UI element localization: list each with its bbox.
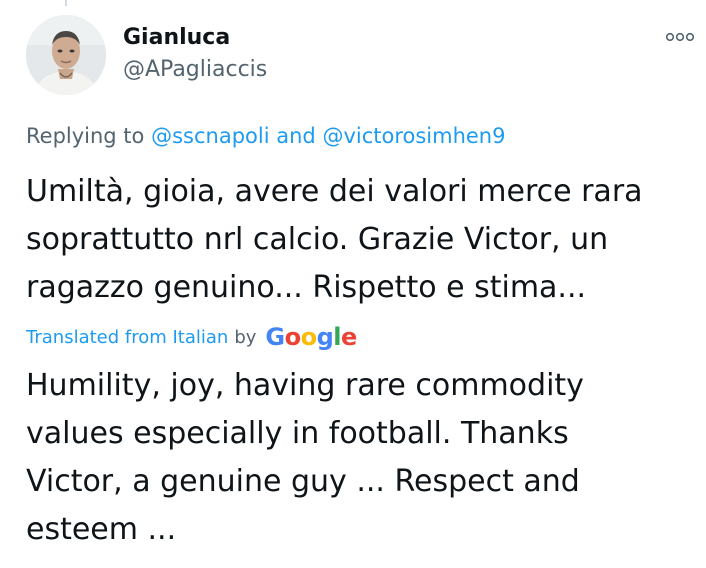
thread-connector-line: [65, 0, 67, 6]
google-logo-letter: e: [341, 323, 357, 351]
translated-by-label: by: [234, 326, 257, 348]
translated-text-line: values especially in football. Thanks: [26, 416, 569, 451]
mention-link[interactable]: @victorosimhen9: [322, 124, 505, 148]
translation-attribution: Translated from Italian by Google: [26, 321, 357, 353]
user-display-name[interactable]: Gianluca: [123, 24, 230, 52]
google-logo-letter: l: [333, 323, 342, 351]
google-logo-letter: o: [284, 323, 302, 351]
google-logo-letter: g: [316, 323, 334, 351]
translated-text: Humility, joy, having rare commodity val…: [26, 362, 696, 554]
tweet-text-line: soprattutto nrl calcio. Grazie Victor, u…: [26, 222, 609, 257]
user-handle[interactable]: @APagliaccis: [123, 56, 267, 84]
avatar[interactable]: [26, 15, 106, 95]
replying-to-line: Replying to @sscnapoli and @victorosimhe…: [26, 121, 505, 151]
google-logo-letter: G: [265, 323, 285, 351]
translated-from-link[interactable]: Translated from Italian: [26, 327, 228, 348]
translated-text-line: Victor, a genuine guy ... Respect and: [26, 464, 580, 499]
tweet-text: Umiltà, gioia, avere dei valori merce ra…: [26, 168, 696, 312]
avatar-photo: [26, 15, 106, 95]
mention-conjunction[interactable]: and: [276, 124, 316, 148]
ellipsis-icon: [666, 32, 694, 42]
google-logo: Google: [265, 323, 357, 351]
mention-link[interactable]: @sscnapoli: [151, 124, 269, 148]
tweet-text-line: Umiltà, gioia, avere dei valori merce ra…: [26, 174, 643, 209]
translated-text-line: Humility, joy, having rare commodity: [26, 368, 584, 403]
replying-to-label: Replying to: [26, 124, 145, 148]
translated-text-line: esteem ...: [26, 512, 177, 547]
more-options-button[interactable]: [660, 22, 700, 52]
google-logo-letter: o: [300, 323, 318, 351]
tweet-text-line: ragazzo genuino... Rispetto e stima...: [26, 270, 587, 305]
